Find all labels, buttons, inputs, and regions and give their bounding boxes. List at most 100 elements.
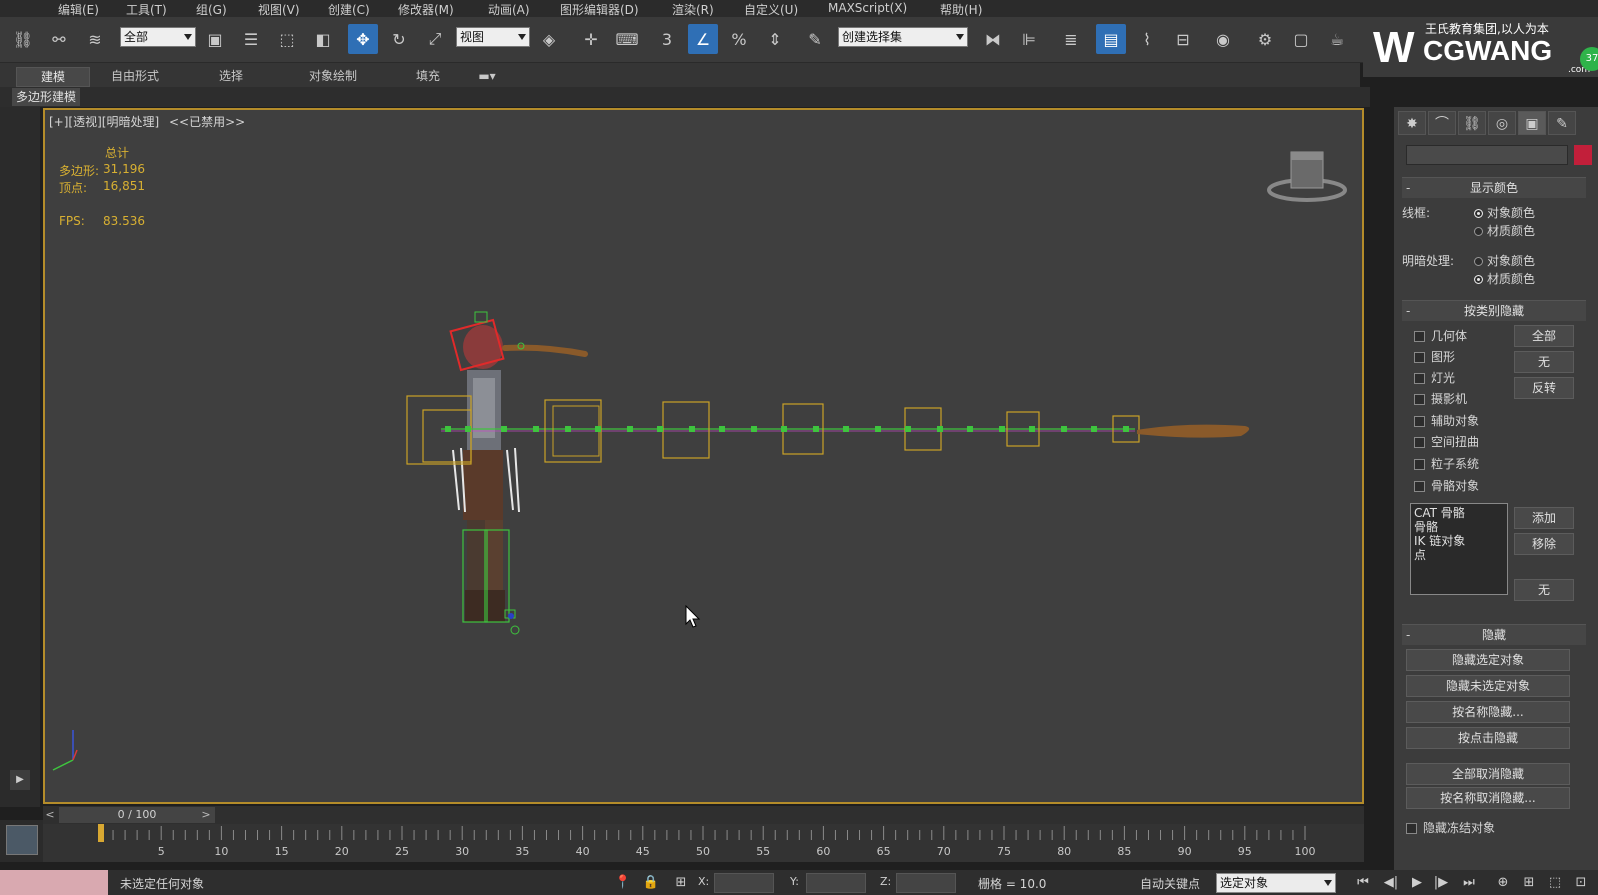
time-prev-button[interactable]: < [43, 807, 57, 823]
link-icon[interactable]: ⛓ [8, 24, 38, 54]
tab-object-paint[interactable]: 对象绘制 [288, 67, 378, 87]
category-particles-checkbox[interactable]: 粒子系统 [1414, 455, 1479, 472]
curve-editor-icon[interactable]: ⌇ [1132, 24, 1162, 54]
viewcube-icon[interactable] [1267, 151, 1347, 202]
time-next-button[interactable]: > [199, 807, 213, 823]
edit-named-sets-icon[interactable]: ✎ [800, 24, 830, 54]
y-coordinate-field[interactable] [806, 873, 866, 893]
menu-create[interactable]: 创建(C) [328, 1, 370, 18]
move-icon[interactable]: ✥ [348, 24, 378, 54]
display-color-header[interactable]: - 显示颜色 [1402, 178, 1586, 198]
key-filter-dropdown[interactable]: 选定对象 [1216, 873, 1336, 893]
select-object-icon[interactable]: ▣ [200, 24, 230, 54]
window-crossing-icon[interactable]: ◧ [308, 24, 338, 54]
scale-icon[interactable]: ⤢ [420, 24, 450, 54]
menu-group[interactable]: 组(G) [196, 1, 227, 18]
percent-snap-icon[interactable]: % [724, 24, 754, 54]
field-of-view-icon[interactable]: ⬚ [1544, 873, 1566, 893]
category-spacewarps-checkbox[interactable]: 空间扭曲 [1414, 433, 1479, 450]
display-tab-icon[interactable]: ▣ [1518, 111, 1546, 135]
hide-header[interactable]: - 隐藏 [1402, 625, 1586, 645]
remove-category-button[interactable]: 移除 [1514, 533, 1574, 555]
category-list[interactable]: CAT 骨骼 骨骼 IK 链对象 点 [1410, 503, 1508, 595]
perspective-viewport[interactable]: [+][透视][明暗处理] <<已禁用>> 总计 多边形: 31,196 顶点:… [43, 108, 1364, 804]
bind-spacewarp-icon[interactable]: ≋ [80, 24, 110, 54]
render-teapot-icon[interactable]: ☕ [1322, 24, 1352, 54]
modify-tab-icon[interactable]: ⌒ [1428, 111, 1456, 135]
reference-coord-dropdown[interactable]: 视图 [456, 27, 530, 47]
ribbon-options-icon[interactable]: ▬▾ [472, 67, 502, 87]
list-item[interactable]: 骨骼 [1414, 520, 1504, 534]
zoom-icon[interactable]: ⊕ [1492, 873, 1514, 893]
expand-arrow-icon[interactable]: ▶ [10, 770, 30, 790]
menu-tools[interactable]: 工具(T) [126, 1, 167, 18]
unhide-all-button[interactable]: 全部取消隐藏 [1406, 763, 1570, 785]
menu-customize[interactable]: 自定义(U) [744, 1, 798, 18]
hide-by-hit-button[interactable]: 按点击隐藏 [1406, 727, 1570, 749]
create-tab-icon[interactable]: ✸ [1398, 111, 1426, 135]
list-item[interactable]: 点 [1414, 548, 1504, 562]
go-to-start-icon[interactable]: ⏮ [1352, 873, 1374, 893]
time-slider[interactable]: < 0 / 100 > [43, 806, 1364, 824]
pin-icon[interactable]: 📍 [612, 873, 634, 893]
bone-chain[interactable] [406, 395, 1250, 465]
unlink-icon[interactable]: ⚯ [44, 24, 74, 54]
x-coordinate-field[interactable] [714, 873, 774, 893]
auto-key-button[interactable]: 自动关键点 [1140, 875, 1200, 892]
menu-maxscript[interactable]: MAXScript(X) [828, 1, 907, 15]
unhide-by-name-button[interactable]: 按名称取消隐藏... [1406, 787, 1570, 809]
rotate-icon[interactable]: ↻ [384, 24, 414, 54]
mirror-icon[interactable]: ⧓ [978, 24, 1008, 54]
named-selection-dropdown[interactable]: 创建选择集 [838, 27, 968, 47]
tab-modeling[interactable]: 建模 [16, 67, 90, 87]
z-coordinate-field[interactable] [896, 873, 956, 893]
hide-by-name-button[interactable]: 按名称隐藏... [1406, 701, 1570, 723]
layer-manager-icon[interactable]: ≣ [1056, 24, 1086, 54]
category-helpers-checkbox[interactable]: 辅助对象 [1414, 412, 1479, 429]
select-manipulate-icon[interactable]: ✛ [576, 24, 606, 54]
time-slider-thumb[interactable]: 0 / 100 [59, 807, 215, 823]
object-color-swatch[interactable] [1574, 145, 1592, 165]
list-item[interactable]: IK 链对象 [1414, 534, 1504, 548]
hide-invert-button[interactable]: 反转 [1514, 377, 1574, 399]
track-bar[interactable]: 5 10 15 20 25 30 35 40 45 50 55 60 65 70 75 80 85 90 95 100 [43, 824, 1364, 862]
zoom-extents-icon[interactable]: ⊞ [1518, 873, 1540, 893]
character-model[interactable] [449, 311, 588, 635]
pivot-center-icon[interactable]: ◈ [534, 24, 564, 54]
hide-selected-button[interactable]: 隐藏选定对象 [1406, 649, 1570, 671]
material-editor-icon[interactable]: ◉ [1208, 24, 1238, 54]
tab-freeform[interactable]: 自由形式 [96, 67, 174, 87]
menu-modifiers[interactable]: 修改器(M) [398, 1, 454, 18]
lock-icon[interactable]: 🔒 [640, 873, 662, 893]
selection-filter-dropdown[interactable]: 全部 [120, 27, 196, 47]
scene-canvas[interactable] [45, 110, 1364, 804]
menu-help[interactable]: 帮助(H) [940, 1, 982, 18]
category-cameras-checkbox[interactable]: 摄影机 [1414, 390, 1467, 407]
snap-3d-icon[interactable]: 3 [652, 24, 682, 54]
rendered-frame-icon[interactable]: ▢ [1286, 24, 1316, 54]
angle-snap-icon[interactable]: ∠ [688, 24, 718, 54]
hide-by-category-header[interactable]: - 按类别隐藏 [1402, 301, 1586, 321]
wireframe-material-color-radio[interactable]: 材质颜色 [1474, 222, 1535, 239]
align-icon[interactable]: ⊫ [1014, 24, 1044, 54]
select-by-name-icon[interactable]: ☰ [236, 24, 266, 54]
list-item[interactable]: CAT 骨骼 [1414, 506, 1504, 520]
category-bones-checkbox[interactable]: 骨骼对象 [1414, 477, 1479, 494]
play-icon[interactable]: ▶ [1406, 873, 1428, 893]
utilities-tab-icon[interactable]: ✎ [1548, 111, 1576, 135]
tab-populate[interactable]: 填充 [400, 67, 456, 87]
category-none-button[interactable]: 无 [1514, 579, 1574, 601]
menu-animation[interactable]: 动画(A) [488, 1, 530, 18]
keyboard-shortcut-icon[interactable]: ⌨ [612, 24, 642, 54]
category-geometry-checkbox[interactable]: 几何体 [1414, 327, 1467, 344]
schematic-view-icon[interactable]: ⊟ [1168, 24, 1198, 54]
current-frame-marker[interactable] [98, 824, 104, 842]
object-name-field[interactable] [1406, 145, 1568, 165]
menu-edit[interactable]: 编辑(E) [58, 1, 99, 18]
go-to-end-icon[interactable]: ⏭ [1458, 873, 1480, 893]
hide-frozen-checkbox[interactable]: 隐藏冻结对象 [1406, 819, 1495, 836]
tab-selection[interactable]: 选择 [196, 67, 266, 87]
add-category-button[interactable]: 添加 [1514, 507, 1574, 529]
hide-all-button[interactable]: 全部 [1514, 325, 1574, 347]
hierarchy-tab-icon[interactable]: ⛓ [1458, 111, 1486, 135]
